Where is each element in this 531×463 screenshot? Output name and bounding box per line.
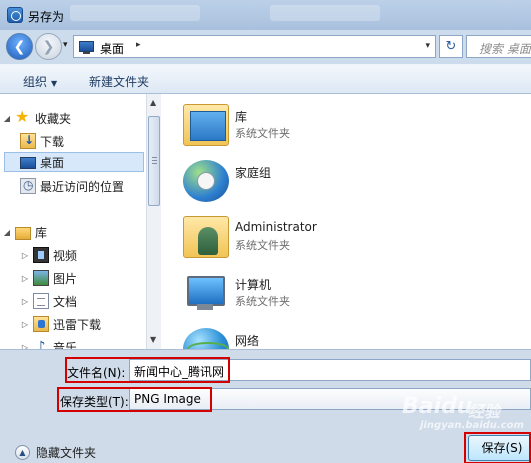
watermark-logo: Baidu bbox=[402, 394, 473, 419]
background-window-tab bbox=[70, 5, 200, 21]
desktop-icon bbox=[79, 41, 94, 54]
navigation-bar: ❮ ❯ ▾ 桌面 ▸ ▾ ↻ 搜索 桌面 bbox=[0, 30, 531, 64]
file-item-network[interactable]: 网络 bbox=[179, 324, 519, 349]
sidebar-item-music[interactable]: ▷ 音乐 bbox=[20, 337, 78, 350]
network-icon bbox=[183, 328, 229, 349]
hide-folders-label: 隐藏文件夹 bbox=[36, 446, 97, 460]
window-title: 另存为 bbox=[28, 10, 65, 24]
file-type: 系统文件夹 bbox=[235, 127, 290, 140]
pictures-library-icon bbox=[33, 270, 49, 286]
chevron-up-icon: ▲ bbox=[15, 445, 30, 460]
chevron-right-icon[interactable]: ▸ bbox=[136, 40, 141, 50]
sidebar-item-label: 库 bbox=[35, 225, 48, 240]
save-highlight bbox=[464, 432, 531, 463]
organize-label: 组织 bbox=[23, 75, 48, 89]
file-item-libraries[interactable]: 库 系统文件夹 bbox=[179, 100, 519, 150]
title-bar: 另存为 bbox=[0, 0, 531, 30]
music-library-icon bbox=[33, 339, 49, 349]
file-type: 系统文件夹 bbox=[235, 239, 290, 252]
background-window-tab bbox=[270, 5, 380, 21]
expander-icon[interactable]: ▷ bbox=[20, 297, 30, 306]
organize-menu-button[interactable]: 组织 ▼ bbox=[23, 73, 57, 90]
sidebar-item-downloads[interactable]: 下载 bbox=[20, 131, 64, 151]
sidebar-item-favorites[interactable]: ◢ 收藏夹 bbox=[2, 107, 72, 128]
star-icon bbox=[15, 107, 31, 126]
sidebar-item-thunder-downloads[interactable]: ▷ 迅雷下载 bbox=[20, 314, 101, 334]
expander-icon[interactable]: ▷ bbox=[20, 320, 30, 329]
file-name: Administrator bbox=[235, 220, 317, 234]
libraries-icon bbox=[183, 104, 229, 146]
save-options-panel: 文件名(N): 新闻中心_腾讯网 保存类型(T): PNG Image ▲ 隐藏… bbox=[0, 349, 531, 463]
file-name: 家庭组 bbox=[235, 166, 272, 180]
caret-down-icon: ▼ bbox=[51, 79, 58, 88]
sidebar-item-videos[interactable]: ▷ 视频 bbox=[20, 245, 77, 265]
address-dropdown-icon[interactable]: ▾ bbox=[425, 41, 430, 51]
sidebar-item-label: 最近访问的位置 bbox=[40, 179, 125, 194]
address-bar[interactable]: 桌面 ▸ ▾ bbox=[73, 35, 436, 58]
search-input[interactable]: 搜索 桌面 bbox=[466, 35, 531, 58]
watermark-url: jingyan.baidu.com bbox=[420, 420, 524, 431]
sidebar-item-documents[interactable]: ▷ 文档 bbox=[20, 291, 77, 311]
back-arrow-icon: ❮ bbox=[13, 38, 26, 55]
file-item-administrator[interactable]: Administrator 系统文件夹 bbox=[179, 212, 519, 262]
sidebar-item-label: 图片 bbox=[53, 271, 78, 286]
sidebar-item-libraries[interactable]: ◢ 库 bbox=[2, 222, 47, 242]
address-location[interactable]: 桌面 bbox=[100, 40, 124, 57]
user-folder-icon bbox=[183, 216, 229, 258]
sidebar-item-label: 下载 bbox=[40, 134, 65, 149]
sidebar-scrollbar[interactable]: ▲ ▼ bbox=[146, 94, 161, 349]
downloads-icon bbox=[20, 133, 36, 149]
file-name: 计算机 bbox=[235, 278, 272, 292]
sidebar-item-desktop[interactable]: 桌面 bbox=[4, 152, 144, 172]
refresh-button[interactable]: ↻ bbox=[439, 35, 463, 58]
navigation-pane: ◢ 收藏夹 下载 桌面 最近访问的位置 ◢ 库 ▷ 视频 ▷ 图片 ▷ 文档 ▷… bbox=[0, 94, 146, 349]
scroll-up-icon[interactable]: ▲ bbox=[150, 98, 156, 107]
sidebar-item-label: 迅雷下载 bbox=[53, 317, 102, 332]
expander-icon[interactable]: ▷ bbox=[20, 274, 30, 283]
grip-icon bbox=[152, 157, 157, 164]
new-folder-button[interactable]: 新建文件夹 bbox=[89, 73, 149, 90]
file-item-computer[interactable]: 计算机 系统文件夹 bbox=[179, 268, 519, 318]
file-list: 库 系统文件夹 家庭组 Administrator 系统文件夹 计算机 系统文件… bbox=[161, 94, 531, 349]
forward-button[interactable]: ❯ bbox=[35, 33, 62, 60]
sidebar-item-label: 视频 bbox=[53, 248, 78, 263]
sidebar-item-label: 收藏夹 bbox=[35, 111, 72, 126]
save-dialog-icon bbox=[7, 7, 23, 23]
expander-icon[interactable]: ◢ bbox=[2, 114, 12, 123]
filetype-highlight bbox=[57, 387, 212, 412]
search-placeholder: 搜索 桌面 bbox=[479, 42, 531, 56]
file-name: 网络 bbox=[235, 334, 260, 348]
sidebar-item-pictures[interactable]: ▷ 图片 bbox=[20, 268, 77, 288]
recent-pages-dropdown[interactable]: ▾ bbox=[63, 40, 68, 50]
documents-library-icon bbox=[33, 293, 49, 309]
video-library-icon bbox=[33, 247, 49, 263]
scrollbar-thumb[interactable] bbox=[148, 116, 160, 206]
expander-icon[interactable]: ◢ bbox=[2, 228, 12, 237]
recent-places-icon bbox=[20, 178, 36, 194]
forward-arrow-icon: ❯ bbox=[42, 38, 55, 55]
refresh-icon: ↻ bbox=[445, 39, 457, 54]
watermark-subtitle: 经验 bbox=[468, 402, 501, 421]
homegroup-icon bbox=[183, 160, 229, 202]
file-name: 库 bbox=[235, 110, 248, 124]
computer-icon bbox=[183, 272, 229, 314]
back-button[interactable]: ❮ bbox=[6, 33, 33, 60]
hide-folders-button[interactable]: ▲ 隐藏文件夹 bbox=[15, 444, 96, 461]
desktop-icon bbox=[20, 157, 36, 169]
filename-highlight bbox=[65, 357, 230, 383]
file-type: 系统文件夹 bbox=[235, 295, 290, 308]
sidebar-item-label: 音乐 bbox=[53, 340, 78, 350]
expander-icon[interactable]: ▷ bbox=[20, 251, 30, 260]
file-item-homegroup[interactable]: 家庭组 bbox=[179, 156, 519, 206]
sidebar-item-label: 桌面 bbox=[40, 155, 65, 170]
thunder-download-icon bbox=[33, 316, 49, 332]
sidebar-item-label: 文档 bbox=[53, 294, 78, 309]
libraries-icon bbox=[15, 226, 31, 240]
sidebar-item-recent-places[interactable]: 最近访问的位置 bbox=[20, 176, 124, 196]
command-toolbar: 组织 ▼ 新建文件夹 bbox=[0, 64, 531, 94]
scroll-down-icon[interactable]: ▼ bbox=[150, 335, 156, 344]
